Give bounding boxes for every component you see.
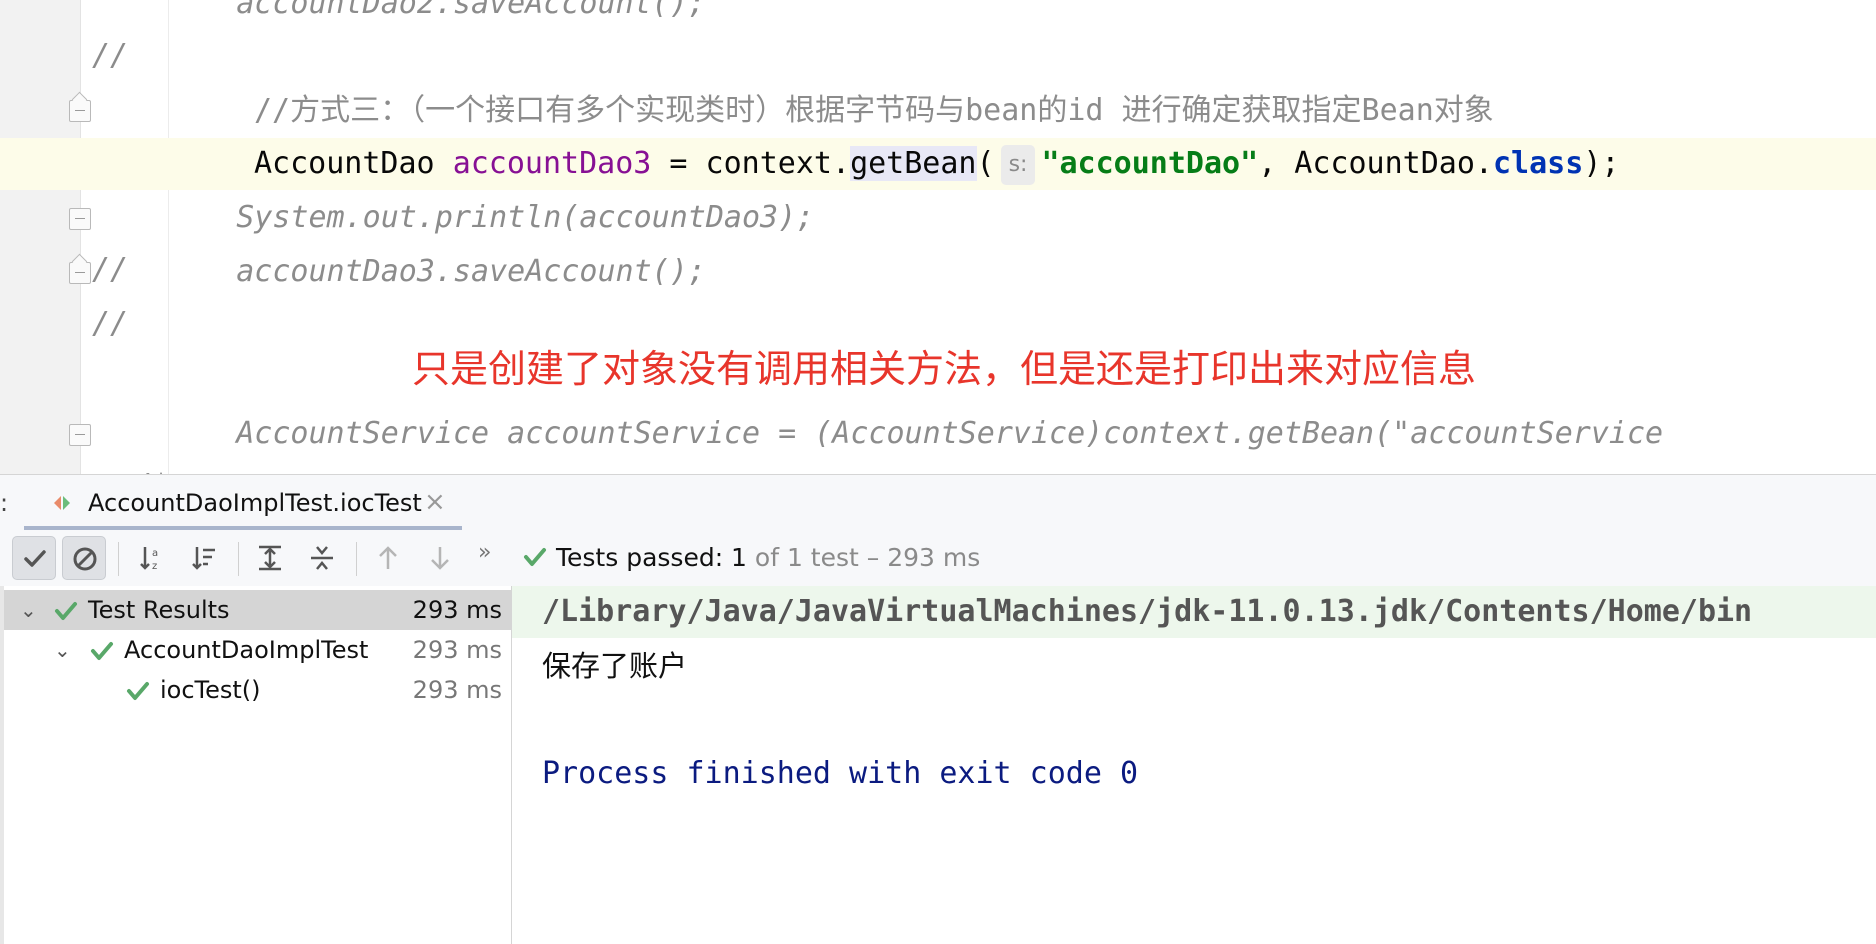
- sort-duration-icon: [192, 547, 215, 570]
- console-exit-text: Process finished with exit code 0: [542, 756, 1139, 791]
- test-passed-icon: [55, 602, 77, 620]
- test-passed-icon: [91, 642, 113, 660]
- toolbar-separator: [356, 542, 357, 576]
- close-icon[interactable]: ×: [424, 487, 446, 517]
- code-comment: //方式三：（一个接口有多个实现类时）根据字节码与bean的id 进行确定获取指…: [254, 93, 1494, 128]
- comment-marker: //: [92, 38, 129, 73]
- arrow-down-icon: [431, 547, 449, 570]
- chevron-down-icon[interactable]: ⌄: [54, 630, 74, 670]
- code-line[interactable]: //方式三：（一个接口有多个实现类时）根据字节码与bean的id 进行确定获取指…: [0, 85, 1876, 137]
- console-output[interactable]: /Library/Java/JavaVirtualMachines/jdk-11…: [512, 586, 1876, 944]
- test-passed-icon: [127, 682, 149, 700]
- code-close: );: [1583, 146, 1620, 181]
- show-ignored-button[interactable]: [62, 536, 106, 580]
- toolbar-separator: [118, 542, 119, 576]
- test-results-tree[interactable]: ⌄ Test Results 293 ms ⌄ AccountDaoImplTe…: [0, 586, 512, 944]
- code-line[interactable]: // System.out.println(accountDao3);: [0, 192, 1876, 287]
- tree-item-test-class[interactable]: ⌄ AccountDaoImplTest 293 ms: [4, 630, 512, 670]
- code-rest: , AccountDao.: [1258, 146, 1493, 181]
- keyword: class: [1493, 146, 1584, 181]
- next-failed-button[interactable]: [418, 536, 462, 580]
- code-line[interactable]: // accountDao3.saveAccount();: [0, 246, 1876, 341]
- tree-item-test-method[interactable]: iocTest() 293 ms: [4, 670, 512, 710]
- test-summary: Tests passed: 1 of 1 test – 293 ms: [522, 543, 980, 572]
- type-name: AccountDao: [254, 146, 435, 181]
- tab-prefix: :: [0, 489, 9, 517]
- tests-summary-detail: of 1 test – 293 ms: [746, 543, 981, 572]
- method-call[interactable]: getBean: [850, 146, 977, 181]
- console-exit-line: Process finished with exit code 0: [512, 748, 1876, 800]
- tree-item-duration: 293 ms: [412, 636, 502, 664]
- previous-failed-button[interactable]: [366, 536, 410, 580]
- parameter-hint: s:: [1000, 144, 1036, 185]
- check-icon: [24, 550, 46, 567]
- chevron-down-icon[interactable]: ⌄: [20, 590, 40, 630]
- code-text: AccountService accountService = (Account…: [164, 416, 1664, 451]
- run-config-icon: [54, 496, 70, 510]
- code-line[interactable]: // accountDao2.saveAccount();: [0, 0, 1876, 73]
- code-editor[interactable]: // accountDao2.saveAccount(); //方式三：（一个接…: [0, 0, 1876, 474]
- more-actions-button[interactable]: »: [478, 540, 491, 565]
- tree-item-label: iocTest(): [160, 676, 261, 704]
- variable-name: accountDao3: [452, 146, 652, 181]
- console-output-text: 保存了账户: [542, 649, 688, 683]
- run-tab[interactable]: AccountDaoImplTest.iocTest ×: [24, 475, 462, 531]
- expand-all-icon: [259, 545, 281, 571]
- expand-all-button[interactable]: [248, 536, 292, 580]
- sort-alpha-icon: az: [140, 547, 158, 572]
- run-toolbar: az » Tests passed: 1 of 1 test – 293 ms: [0, 530, 1876, 587]
- tab-label: AccountDaoImplTest.iocTest: [88, 489, 422, 517]
- show-passed-button[interactable]: [12, 536, 56, 580]
- code-text: System.out.println(accountDao3);: [164, 200, 815, 235]
- console-command-line: /Library/Java/JavaVirtualMachines/jdk-11…: [512, 586, 1876, 638]
- open-paren: (: [976, 146, 995, 181]
- sort-alphabetically-button[interactable]: az: [130, 536, 174, 580]
- collapse-all-button[interactable]: [300, 536, 344, 580]
- console-output-line: 保存了账户: [512, 640, 1876, 692]
- toolbar-separator: [238, 542, 239, 576]
- code-text: accountDao3.saveAccount();: [164, 254, 706, 289]
- tree-item-duration: 293 ms: [412, 596, 502, 624]
- collapse-all-icon: [311, 546, 333, 570]
- code-line-current[interactable]: AccountDao accountDao3 = context.getBean…: [0, 138, 1876, 190]
- svg-text:a: a: [152, 548, 158, 559]
- tests-passed-label: Tests passed: 1: [556, 543, 747, 572]
- code-assign: = context.: [651, 146, 851, 181]
- comment-marker: //: [92, 306, 129, 341]
- comment-marker: /*: [134, 460, 170, 474]
- sort-by-duration-button[interactable]: [182, 536, 226, 580]
- code-line[interactable]: /* AccountService accountService = (Acco…: [0, 408, 1876, 474]
- tree-item-duration: 293 ms: [412, 676, 502, 704]
- string-literal: "accountDao": [1041, 146, 1259, 181]
- code-text: accountDao2.saveAccount();: [164, 0, 706, 21]
- ignored-icon: [73, 547, 97, 571]
- tree-item-label: Test Results: [88, 596, 230, 624]
- console-command: /Library/Java/JavaVirtualMachines/jdk-11…: [542, 594, 1753, 629]
- arrow-up-icon: [379, 546, 397, 569]
- annotation-text: 只是创建了对象没有调用相关方法，但是还是打印出来对应信息: [412, 347, 1477, 391]
- tree-item-test-results[interactable]: ⌄ Test Results 293 ms: [4, 590, 512, 630]
- tree-item-label: AccountDaoImplTest: [124, 636, 369, 664]
- svg-text:z: z: [152, 561, 157, 572]
- test-passed-icon: [524, 548, 546, 566]
- run-tab-bar: : AccountDaoImplTest.iocTest ×: [0, 474, 1876, 531]
